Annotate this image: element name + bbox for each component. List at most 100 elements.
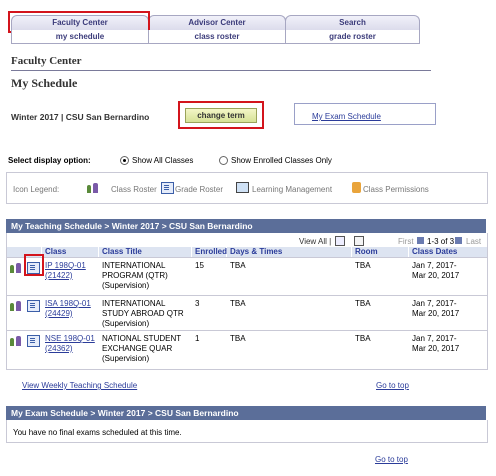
display-option-label: Select display option: [8,156,91,165]
highlight-box [24,254,44,276]
class-number-link[interactable]: (21422) [45,271,73,280]
title-line: INTERNATIONAL [102,261,166,270]
prev-arrow-icon[interactable] [417,237,424,244]
class-roster-icon[interactable] [10,301,22,311]
class-link[interactable]: ISA 198Q-01 [45,299,91,308]
go-to-top-link[interactable]: Go to top [375,455,408,464]
teaching-schedule-panel: View All | First 1-3 of 3 Last Class Cla… [6,233,488,370]
class-title-cell: NATIONAL STUDENT EXCHANGE QUAR (Supervisio… [102,334,181,364]
title-line: NATIONAL STUDENT [102,334,182,343]
zoom-icon[interactable] [335,236,345,246]
divider [11,70,431,71]
days-times-cell: TBA [230,299,246,308]
section-title: Faculty Center [11,55,82,67]
grade-roster-icon [161,182,174,194]
panel-title: My Exam Schedule > Winter 2017 > CSU San… [11,408,239,418]
class-cell: IP 198Q-01 (21422) [45,261,86,281]
table-row: ISA 198Q-01 (24429) INTERNATIONAL STUDY AB… [7,295,487,334]
class-link[interactable]: IP 198Q-01 [45,261,86,270]
room-cell: TBA [355,334,371,343]
date-line: Mar 20, 2017 [412,271,460,280]
view-all-link[interactable]: View All | [299,237,331,246]
tab-label: Advisor Center [188,18,246,27]
view-all-label: View All | [299,237,332,246]
enrolled-cell: 3 [195,299,200,308]
radio-label: Show All Classes [132,156,194,165]
room-cell: TBA [355,299,371,308]
title-line: (Supervision) [102,354,150,363]
last-link: Last [466,237,482,246]
date-line: Mar 20, 2017 [412,344,460,353]
date-line: Jan 7, 2017- [412,261,457,270]
grade-roster-icon[interactable] [27,335,40,347]
radio-show-enrolled[interactable]: Show Enrolled Classes Only [219,156,332,166]
go-to-top-link[interactable]: Go to top [376,381,409,390]
title-line: STUDY ABROAD QTR [102,309,184,318]
subtab-class-roster[interactable]: class roster [148,30,286,44]
tab-label: Search [339,18,366,27]
date-line: Jan 7, 2017- [412,334,457,343]
class-cell: ISA 198Q-01 (24429) [45,299,91,319]
tab-advisor-center[interactable]: Advisor Center [148,15,286,30]
date-line: Mar 20, 2017 [412,309,460,318]
grade-roster-icon[interactable] [27,300,40,312]
table-row: IP 198Q-01 (21422) INTERNATIONAL PROGRAM (… [7,257,487,296]
column-header: Room [352,247,408,257]
subtab-label: my schedule [55,32,105,41]
term-label: Winter 2017 | CSU San Bernardino [11,112,150,122]
weekly-schedule-link[interactable]: View Weekly Teaching Schedule [22,381,137,390]
radio-selected-icon [120,156,129,166]
first-link: First [398,237,414,246]
enrolled-cell: 1 [195,334,200,343]
exam-schedule-panel: You have no final exams scheduled at thi… [6,420,488,443]
class-roster-icon[interactable] [10,263,22,273]
legend-label: Icon Legend: [13,185,60,194]
class-roster-icon[interactable] [10,336,22,346]
column-header: Enrolled [192,247,227,257]
title-line: EXCHANGE QUAR [102,344,173,353]
table-row: NSE 198Q-01 (24362) NATIONAL STUDENT EXCHA… [7,330,487,369]
subtab-label: grade roster [329,32,376,41]
subtab-grade-roster[interactable]: grade roster [285,30,420,44]
date-line: Jan 7, 2017- [412,299,457,308]
learning-management-icon [236,182,249,193]
download-icon[interactable] [354,236,364,246]
subtab-my-schedule[interactable]: my schedule [11,30,149,44]
my-exam-schedule-link[interactable]: My Exam Schedule [312,112,381,121]
radio-label: Show Enrolled Classes Only [231,156,332,165]
class-cell: NSE 198Q-01 (24362) [45,334,95,354]
class-dates-cell: Jan 7, 2017- Mar 20, 2017 [412,261,459,281]
column-header: Class [42,247,98,257]
room-cell: TBA [355,261,371,270]
class-number-link[interactable]: (24362) [45,344,73,353]
class-number-link[interactable]: (24429) [45,309,73,318]
radio-show-all[interactable]: Show All Classes [120,156,194,166]
tab-search[interactable]: Search [285,15,420,30]
exam-schedule-header: My Exam Schedule > Winter 2017 > CSU San… [6,406,486,420]
table-header: Class Class Title Enrolled Days & Times … [7,247,487,257]
column-header: Class Title [99,247,191,257]
title-line: (Supervision) [102,281,150,290]
column-header: Class Dates [409,247,487,257]
class-permissions-icon [352,182,361,193]
exam-schedule-box: My Exam Schedule [294,103,436,125]
days-times-cell: TBA [230,334,246,343]
no-exams-message: You have no final exams scheduled at thi… [13,428,182,437]
title-line: INTERNATIONAL [102,299,166,308]
page-title: My Schedule [11,76,78,90]
panel-title: My Teaching Schedule > Winter 2017 > CSU… [11,221,253,231]
class-title-cell: INTERNATIONAL PROGRAM (QTR) (Supervision) [102,261,168,291]
subtab-label: class roster [194,32,240,41]
pagination-range: 1-3 of 3 [427,237,455,246]
legend-item-label: Learning Management [252,185,333,194]
legend-item-label: Grade Roster [175,185,224,194]
title-line: (Supervision) [102,319,150,328]
next-arrow-icon[interactable] [455,237,462,244]
highlight-box [178,101,264,129]
teaching-schedule-header: My Teaching Schedule > Winter 2017 > CSU… [6,219,486,233]
legend-item-label: Class Permissions [363,185,429,194]
class-link[interactable]: NSE 198Q-01 [45,334,95,343]
title-line: PROGRAM (QTR) [102,271,168,280]
class-roster-icon [87,183,99,193]
days-times-cell: TBA [230,261,246,270]
